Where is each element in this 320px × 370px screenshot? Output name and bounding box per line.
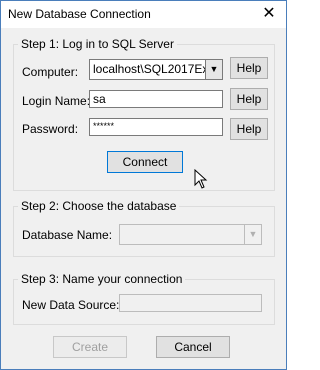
dialog-window: New Database Connection ✕ Step 1: Log in… bbox=[0, 0, 287, 370]
password-help-button[interactable]: Help bbox=[230, 118, 268, 140]
window-title: New Database Connection bbox=[8, 7, 151, 21]
close-icon[interactable]: ✕ bbox=[256, 3, 282, 25]
title-bar: New Database Connection ✕ bbox=[1, 1, 286, 28]
password-input[interactable]: ****** bbox=[89, 118, 223, 136]
computer-select[interactable]: localhost\SQL2017Exp ▼ bbox=[89, 59, 223, 80]
connect-button[interactable]: Connect bbox=[107, 151, 183, 173]
login-name-input[interactable]: sa bbox=[89, 90, 223, 108]
database-name-select[interactable]: ▼ bbox=[119, 224, 262, 245]
database-name-label: Database Name: bbox=[22, 228, 113, 242]
computer-help-button[interactable]: Help bbox=[230, 57, 268, 79]
login-help-button[interactable]: Help bbox=[230, 88, 268, 110]
step2-legend: Step 2: Choose the database bbox=[21, 199, 177, 213]
new-data-source-label: New Data Source: bbox=[22, 298, 120, 312]
step3-legend: Step 3: Name your connection bbox=[21, 272, 183, 286]
computer-label: Computer: bbox=[22, 65, 79, 79]
mouse-pointer-icon bbox=[194, 169, 208, 189]
password-label: Password: bbox=[22, 122, 79, 136]
cancel-button[interactable]: Cancel bbox=[156, 336, 230, 358]
dropdown-arrow-icon[interactable]: ▼ bbox=[205, 60, 222, 79]
step1-legend: Step 1: Log in to SQL Server bbox=[21, 37, 174, 51]
login-name-label: Login Name: bbox=[22, 94, 91, 108]
create-button[interactable]: Create bbox=[53, 336, 127, 358]
dropdown-arrow-icon[interactable]: ▼ bbox=[244, 225, 261, 244]
computer-value: localhost\SQL2017Exp bbox=[93, 62, 216, 76]
new-data-source-input[interactable] bbox=[119, 294, 262, 312]
